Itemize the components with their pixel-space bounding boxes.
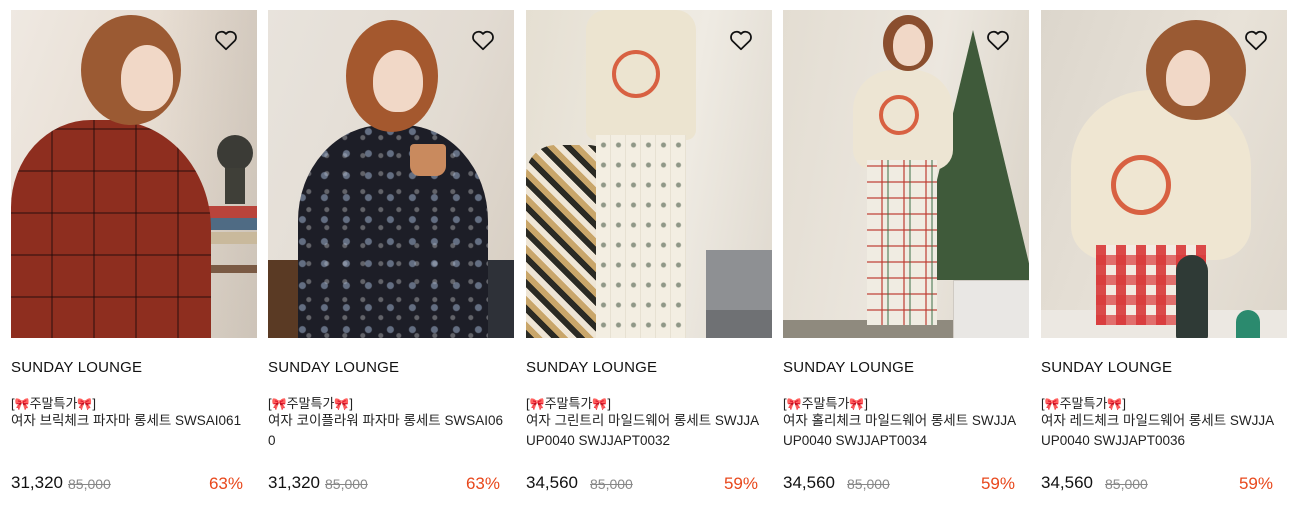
bow-icon: 🎀 bbox=[271, 397, 287, 411]
discount-rate: 59% bbox=[1238, 474, 1273, 493]
discount-rate: 63% bbox=[465, 474, 500, 493]
product-card[interactable]: SUNDAY LOUNGE [🎀주말특가🎀] 여자 홀리체크 마일드웨어 롱세트… bbox=[783, 10, 1029, 500]
sale-price: 34,560 bbox=[783, 473, 835, 492]
product-image[interactable] bbox=[11, 10, 257, 338]
wishlist-heart-icon[interactable] bbox=[728, 27, 754, 53]
bow-icon: 🎀 bbox=[1107, 397, 1123, 411]
price-row: 34,560 85,000 59% bbox=[1041, 473, 1273, 495]
bow-icon: 🎀 bbox=[77, 397, 93, 411]
promo-tag: [🎀주말특가🎀] bbox=[1041, 396, 1126, 411]
bow-icon: 🎀 bbox=[786, 397, 802, 411]
discount-rate: 63% bbox=[208, 474, 243, 493]
product-image[interactable] bbox=[268, 10, 514, 338]
original-price: 85,000 bbox=[325, 476, 368, 492]
price-row: 34,560 85,000 59% bbox=[783, 473, 1015, 495]
product-title[interactable]: 여자 브릭체크 파자마 롱세트 SWSAI061 bbox=[11, 411, 247, 431]
brand-name[interactable]: SUNDAY LOUNGE bbox=[268, 359, 399, 376]
original-price: 85,000 bbox=[1105, 476, 1148, 492]
original-price: 85,000 bbox=[590, 476, 633, 492]
promo-tag: [🎀주말특가🎀] bbox=[526, 396, 611, 411]
product-card[interactable]: SUNDAY LOUNGE [🎀주말특가🎀] 여자 그린트리 마일드웨어 롱세트… bbox=[526, 10, 772, 500]
product-image[interactable] bbox=[783, 10, 1029, 338]
discount-rate: 59% bbox=[980, 474, 1015, 493]
sale-price: 31,320 bbox=[11, 473, 63, 492]
bow-icon: 🎀 bbox=[592, 397, 608, 411]
bow-icon: 🎀 bbox=[334, 397, 350, 411]
price-row: 31,320 85,000 63% bbox=[11, 473, 243, 495]
product-image[interactable] bbox=[526, 10, 772, 338]
sale-price: 34,560 bbox=[1041, 473, 1093, 492]
product-title[interactable]: 여자 코이플라워 파자마 롱세트 SWSAI060 bbox=[268, 411, 504, 451]
product-card[interactable]: SUNDAY LOUNGE [🎀주말특가🎀] 여자 코이플라워 파자마 롱세트 … bbox=[268, 10, 514, 500]
wishlist-heart-icon[interactable] bbox=[470, 27, 496, 53]
brand-name[interactable]: SUNDAY LOUNGE bbox=[1041, 359, 1172, 376]
bow-icon: 🎀 bbox=[529, 397, 545, 411]
product-title[interactable]: 여자 홀리체크 마일드웨어 롱세트 SWJJAUP0040 SWJJAPT003… bbox=[783, 411, 1019, 451]
wishlist-heart-icon[interactable] bbox=[1243, 27, 1269, 53]
wishlist-heart-icon[interactable] bbox=[985, 27, 1011, 53]
promo-tag: [🎀주말특가🎀] bbox=[783, 396, 868, 411]
promo-tag: [🎀주말특가🎀] bbox=[11, 396, 96, 411]
product-grid: SUNDAY LOUNGE [🎀주말특가🎀] 여자 브릭체크 파자마 롱세트 S… bbox=[0, 0, 1298, 505]
sale-price: 31,320 bbox=[268, 473, 320, 492]
price-row: 34,560 85,000 59% bbox=[526, 473, 758, 495]
product-card[interactable]: SUNDAY LOUNGE [🎀주말특가🎀] 여자 브릭체크 파자마 롱세트 S… bbox=[11, 10, 257, 500]
product-title[interactable]: 여자 그린트리 마일드웨어 롱세트 SWJJAUP0040 SWJJAPT003… bbox=[526, 411, 762, 451]
price-row: 31,320 85,000 63% bbox=[268, 473, 500, 495]
sale-price: 34,560 bbox=[526, 473, 578, 492]
original-price: 85,000 bbox=[847, 476, 890, 492]
brand-name[interactable]: SUNDAY LOUNGE bbox=[526, 359, 657, 376]
original-price: 85,000 bbox=[68, 476, 111, 492]
discount-rate: 59% bbox=[723, 474, 758, 493]
brand-name[interactable]: SUNDAY LOUNGE bbox=[11, 359, 142, 376]
promo-tag: [🎀주말특가🎀] bbox=[268, 396, 353, 411]
brand-name[interactable]: SUNDAY LOUNGE bbox=[783, 359, 914, 376]
bow-icon: 🎀 bbox=[14, 397, 30, 411]
product-card[interactable]: SUNDAY LOUNGE [🎀주말특가🎀] 여자 레드체크 마일드웨어 롱세트… bbox=[1041, 10, 1287, 500]
product-image[interactable] bbox=[1041, 10, 1287, 338]
product-title[interactable]: 여자 레드체크 마일드웨어 롱세트 SWJJAUP0040 SWJJAPT003… bbox=[1041, 411, 1277, 451]
wishlist-heart-icon[interactable] bbox=[213, 27, 239, 53]
bow-icon: 🎀 bbox=[1044, 397, 1060, 411]
bow-icon: 🎀 bbox=[849, 397, 865, 411]
